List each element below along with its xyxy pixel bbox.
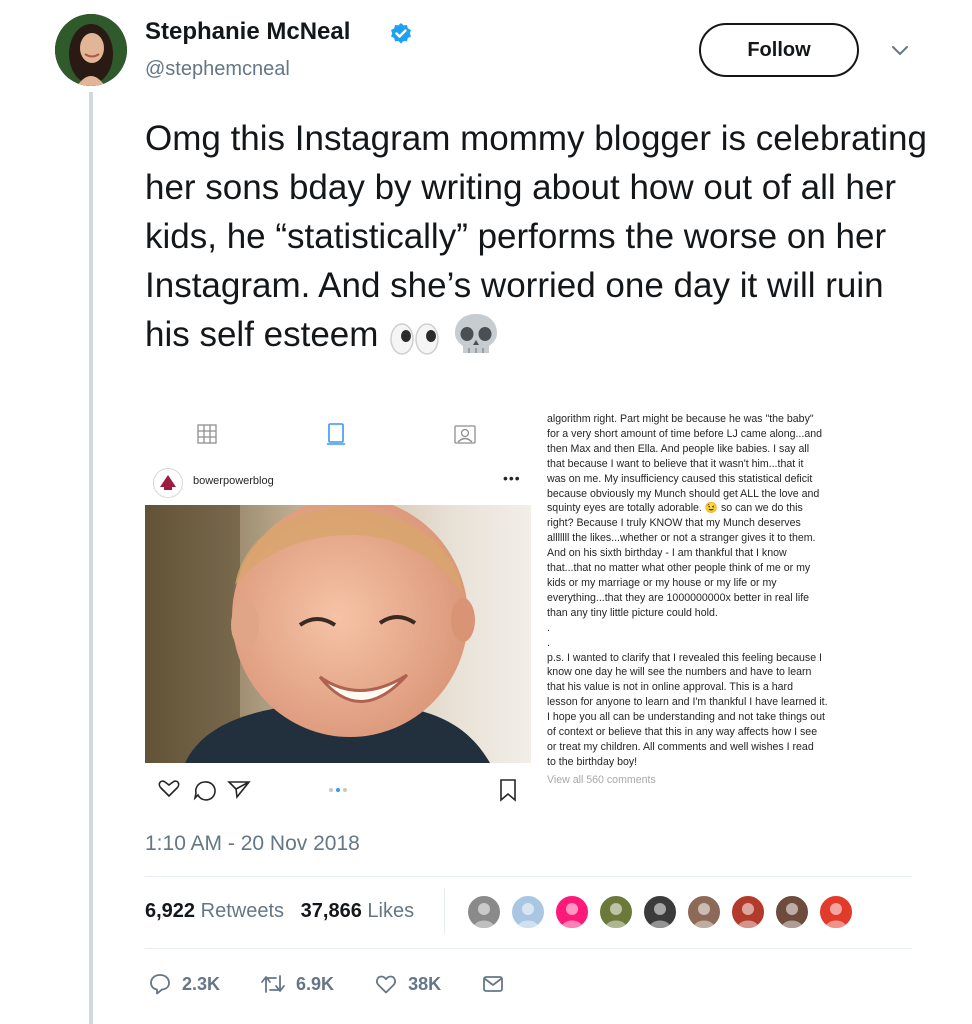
liker-avatar-5[interactable] bbox=[642, 894, 678, 930]
liker-avatar-7[interactable] bbox=[730, 894, 766, 930]
caption-line: everything...that they are 1000000000x b… bbox=[547, 591, 810, 604]
divider bbox=[145, 948, 912, 949]
instagram-tab-bar bbox=[197, 423, 476, 445]
author-name[interactable]: Stephanie McNeal bbox=[145, 18, 350, 46]
retweets-stat[interactable]: 6,922 Retweets bbox=[145, 900, 284, 922]
verified-badge-icon bbox=[391, 23, 411, 44]
caption-line: lesson for anyone to learn and I'm thank… bbox=[547, 696, 828, 709]
divider bbox=[145, 876, 912, 877]
likes-stat[interactable]: 37,866 Likes bbox=[301, 900, 414, 922]
caption-line: I hope you all can be understanding and … bbox=[547, 711, 825, 724]
like-count: 38K bbox=[408, 973, 442, 994]
likes-count: 37,866 bbox=[300, 900, 362, 922]
caption-line: for a very short amount of time before L… bbox=[547, 427, 822, 440]
tweet-timestamp[interactable]: 1:10 AM - 20 Nov 2018 bbox=[145, 832, 360, 856]
tagged-icon bbox=[454, 425, 476, 444]
stats-separator bbox=[444, 888, 445, 934]
caption-line: that because I want to believe that it w… bbox=[547, 457, 804, 470]
reply-count: 2.3K bbox=[182, 973, 221, 994]
caption-line: of context or believe that this in any w… bbox=[547, 726, 818, 739]
caption-line: right? Because I truly KNOW that my Munc… bbox=[547, 517, 801, 530]
tweet-stats: 6,922 Retweets 37,866 Likes bbox=[145, 900, 414, 923]
caption-line: p.s. I wanted to clarify that I revealed… bbox=[547, 651, 823, 664]
retweets-label: Retweets bbox=[200, 900, 284, 922]
more-options-icon: ••• bbox=[503, 470, 521, 486]
carousel-dot bbox=[329, 788, 333, 792]
liker-avatar-4[interactable] bbox=[598, 894, 634, 930]
like-button[interactable]: 38K bbox=[374, 972, 441, 996]
embedded-image[interactable]: bowerpowerblog ••• algorithm right. Part… bbox=[145, 412, 910, 820]
caption-line: And on his sixth birthday - I am thankfu… bbox=[547, 547, 787, 560]
tweet-body: Omg this Instagram mommy blogger is cele… bbox=[145, 119, 927, 354]
direct-message-button[interactable] bbox=[481, 972, 505, 996]
reply-button[interactable]: 2.3K bbox=[148, 972, 220, 996]
caption-line: then Max and then Ella. And people like … bbox=[547, 442, 810, 455]
feed-icon bbox=[327, 423, 345, 445]
share-icon bbox=[227, 781, 251, 799]
instagram-caption: algorithm right. Part might be because h… bbox=[547, 412, 917, 820]
heart-icon bbox=[158, 780, 180, 798]
liker-avatars bbox=[466, 894, 854, 930]
comment-icon bbox=[193, 781, 216, 801]
caption-line: know one day he will see the numbers and… bbox=[547, 666, 812, 679]
caption-line: that...that no matter what other people … bbox=[547, 562, 811, 575]
caption-line: that his value is not in online approval… bbox=[547, 681, 793, 694]
carousel-dot bbox=[343, 788, 347, 792]
author-handle[interactable]: @stephemcneal bbox=[145, 58, 290, 81]
liker-avatar-8[interactable] bbox=[774, 894, 810, 930]
liker-avatar-6[interactable] bbox=[686, 894, 722, 930]
envelope-icon bbox=[483, 976, 503, 992]
profile-photo-woman bbox=[55, 14, 127, 86]
boy-smiling-photo bbox=[145, 505, 531, 763]
caption-line: was on me. My insufficiency caused this … bbox=[547, 472, 813, 485]
liker-avatar-1[interactable] bbox=[466, 894, 502, 930]
tweet-action-bar: 2.3K 6.9K 38K bbox=[148, 968, 545, 1000]
tweet-text: Omg this Instagram mommy blogger is cele… bbox=[145, 114, 935, 359]
liker-avatar-9[interactable] bbox=[818, 894, 854, 930]
chevron-down-icon[interactable] bbox=[890, 44, 910, 58]
grid-icon bbox=[197, 424, 217, 444]
caption-line: to the birthday boy! bbox=[547, 755, 638, 768]
caption-line: than any tiny little picture could hold. bbox=[547, 606, 718, 619]
heart-icon bbox=[376, 975, 397, 994]
liker-avatar-3[interactable] bbox=[554, 894, 590, 930]
liker-avatar-2[interactable] bbox=[510, 894, 546, 930]
reply-icon bbox=[150, 974, 170, 995]
caption-line: kids or my marriage or my house or my li… bbox=[547, 576, 777, 589]
caption-line: squinty eyes are totally adorable. 😉 so … bbox=[547, 502, 803, 515]
caption-line: algorithm right. Part might be because h… bbox=[547, 413, 814, 425]
bookmark-icon bbox=[500, 779, 516, 802]
retweets-count: 6,922 bbox=[145, 900, 196, 922]
carousel-dot bbox=[336, 788, 340, 792]
author-avatar[interactable] bbox=[55, 14, 127, 86]
caption-line: . bbox=[547, 636, 550, 649]
instagram-profile-icon bbox=[153, 468, 183, 498]
caption-line: . bbox=[547, 621, 550, 634]
retweet-button[interactable]: 6.9K bbox=[260, 972, 334, 996]
likes-label: Likes bbox=[367, 900, 415, 922]
thread-line bbox=[89, 92, 93, 1024]
instagram-post: bowerpowerblog ••• bbox=[145, 412, 531, 820]
eyes-emoji bbox=[390, 323, 439, 355]
skull-emoji bbox=[454, 314, 497, 353]
caption-line: or treat my children. All comments and w… bbox=[547, 740, 814, 753]
instagram-username: bowerpowerblog bbox=[193, 475, 274, 487]
caption-line: because obviously my Munch should get AL… bbox=[547, 487, 820, 500]
retweet-icon bbox=[261, 975, 285, 993]
view-comments-link: View all 560 comments bbox=[547, 773, 656, 786]
follow-button[interactable]: Follow bbox=[699, 23, 859, 77]
instagram-action-bar bbox=[158, 779, 516, 802]
retweet-count: 6.9K bbox=[296, 973, 335, 994]
caption-line: alllllll the likes...whether or not a st… bbox=[547, 532, 816, 545]
